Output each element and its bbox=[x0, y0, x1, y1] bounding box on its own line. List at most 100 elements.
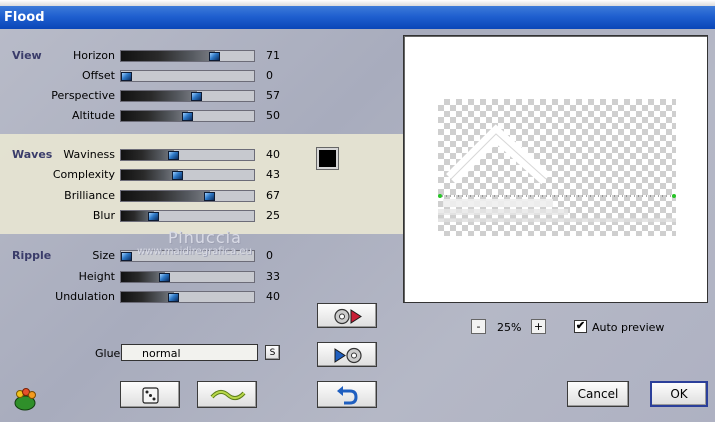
slider-thumb[interactable] bbox=[191, 92, 202, 101]
s-label: S bbox=[269, 347, 276, 358]
slider-rest bbox=[210, 191, 254, 201]
slider-thumb[interactable] bbox=[209, 52, 220, 61]
slider-thumb[interactable] bbox=[168, 293, 179, 302]
slider-fill bbox=[121, 150, 174, 160]
color-swatch[interactable] bbox=[316, 147, 339, 170]
auto-preview-label: Auto preview bbox=[592, 321, 665, 334]
slider-blur[interactable]: Blur 25 bbox=[0, 208, 300, 224]
randomize-button[interactable] bbox=[120, 381, 180, 408]
slider-value: 50 bbox=[266, 109, 280, 122]
slider-thumb[interactable] bbox=[159, 273, 170, 282]
slider-label: Waviness bbox=[63, 148, 115, 161]
undo-arrow-icon bbox=[337, 386, 358, 405]
load-preset-button[interactable] bbox=[317, 342, 377, 367]
window-title: Flood bbox=[4, 10, 45, 25]
wave-icon bbox=[210, 390, 246, 400]
slider-label: Offset bbox=[81, 69, 115, 82]
slider-waviness[interactable]: Waviness 40 bbox=[0, 147, 300, 163]
slider-fill bbox=[121, 191, 210, 201]
reset-button[interactable] bbox=[317, 381, 377, 408]
slider-value: 0 bbox=[266, 249, 273, 262]
slider-value: 25 bbox=[266, 209, 280, 222]
glue-s-button[interactable]: S bbox=[265, 345, 280, 360]
slider-label: Size bbox=[92, 249, 115, 262]
slider-thumb[interactable] bbox=[148, 212, 159, 221]
slider-value: 43 bbox=[266, 168, 280, 181]
slider-thumb[interactable] bbox=[204, 192, 215, 201]
arrow-disc-icon bbox=[334, 347, 362, 364]
slider-rest bbox=[174, 150, 254, 160]
slider-thumb[interactable] bbox=[121, 72, 132, 81]
zoom-in-button[interactable]: + bbox=[531, 319, 546, 334]
slider-fill bbox=[121, 51, 215, 61]
slider-rest bbox=[165, 272, 254, 282]
zoom-level: 25% bbox=[497, 321, 522, 334]
watermark-text: Pinuccia bbox=[168, 228, 242, 247]
slider-height[interactable]: Height 33 bbox=[0, 269, 300, 285]
title-bar: Flood bbox=[0, 6, 715, 29]
slider-thumb[interactable] bbox=[172, 171, 183, 180]
slider-thumb[interactable] bbox=[121, 252, 132, 261]
glue-select[interactable]: normal bbox=[121, 344, 258, 361]
slider-rest bbox=[174, 292, 254, 302]
slider-value: 67 bbox=[266, 189, 280, 202]
slider-rest bbox=[121, 71, 254, 81]
ok-label: OK bbox=[670, 387, 688, 401]
slider-label: Altitude bbox=[72, 109, 115, 122]
zoom-out-button[interactable]: - bbox=[471, 319, 486, 334]
slider-value: 40 bbox=[266, 290, 280, 303]
slider-fill bbox=[121, 292, 174, 302]
slider-horizon[interactable]: Horizon 71 bbox=[0, 48, 300, 64]
slider-rest bbox=[197, 91, 254, 101]
slider-value: 71 bbox=[266, 49, 280, 62]
slider-track[interactable] bbox=[120, 291, 255, 303]
auto-preview-checkbox[interactable]: ✔ bbox=[574, 320, 587, 333]
save-preset-button[interactable] bbox=[317, 303, 377, 328]
slider-fill bbox=[121, 170, 178, 180]
ok-button[interactable]: OK bbox=[650, 381, 708, 407]
glue-label: Glue bbox=[95, 347, 121, 360]
slider-label: Brilliance bbox=[64, 189, 115, 202]
slider-value: 33 bbox=[266, 270, 280, 283]
watermark-url: www.maidiregrafica.eu bbox=[137, 246, 252, 257]
dice-icon bbox=[142, 387, 159, 404]
slider-fill bbox=[121, 111, 188, 121]
slider-altitude[interactable]: Altitude 50 bbox=[0, 108, 300, 124]
slider-perspective[interactable]: Perspective 57 bbox=[0, 88, 300, 104]
slider-label: Complexity bbox=[52, 168, 115, 181]
slider-rest bbox=[215, 51, 254, 61]
plugin-logo-icon bbox=[14, 388, 36, 411]
wave-button[interactable] bbox=[197, 381, 257, 408]
slider-track[interactable] bbox=[120, 190, 255, 202]
slider-label: Horizon bbox=[72, 49, 115, 62]
slider-offset[interactable]: Offset 0 bbox=[0, 68, 300, 84]
slider-thumb[interactable] bbox=[182, 112, 193, 121]
slider-track[interactable] bbox=[120, 70, 255, 82]
slider-label: Undulation bbox=[55, 290, 115, 303]
slider-rest bbox=[178, 170, 254, 180]
slider-track[interactable] bbox=[120, 271, 255, 283]
slider-undulation[interactable]: Undulation 40 bbox=[0, 289, 300, 305]
slider-track[interactable] bbox=[120, 149, 255, 161]
slider-label: Perspective bbox=[51, 89, 115, 102]
slider-label: Height bbox=[78, 270, 115, 283]
slider-rest bbox=[154, 211, 254, 221]
slider-fill bbox=[121, 91, 197, 101]
preview-shape bbox=[438, 124, 676, 222]
slider-track[interactable] bbox=[120, 110, 255, 122]
slider-track[interactable] bbox=[120, 169, 255, 181]
slider-label: Blur bbox=[92, 209, 115, 222]
slider-value: 57 bbox=[266, 89, 280, 102]
slider-thumb[interactable] bbox=[168, 151, 179, 160]
cancel-button[interactable]: Cancel bbox=[567, 381, 629, 407]
slider-complexity[interactable]: Complexity 43 bbox=[0, 167, 300, 183]
slider-track[interactable] bbox=[120, 50, 255, 62]
slider-track[interactable] bbox=[120, 210, 255, 222]
cancel-label: Cancel bbox=[577, 387, 619, 401]
slider-value: 0 bbox=[266, 69, 273, 82]
glue-value: normal bbox=[142, 347, 181, 360]
flood-dialog: Flood View Waves Ripple Horizon 71 Offse… bbox=[0, 0, 715, 422]
slider-value: 40 bbox=[266, 148, 280, 161]
slider-track[interactable] bbox=[120, 90, 255, 102]
slider-brilliance[interactable]: Brilliance 67 bbox=[0, 188, 300, 204]
